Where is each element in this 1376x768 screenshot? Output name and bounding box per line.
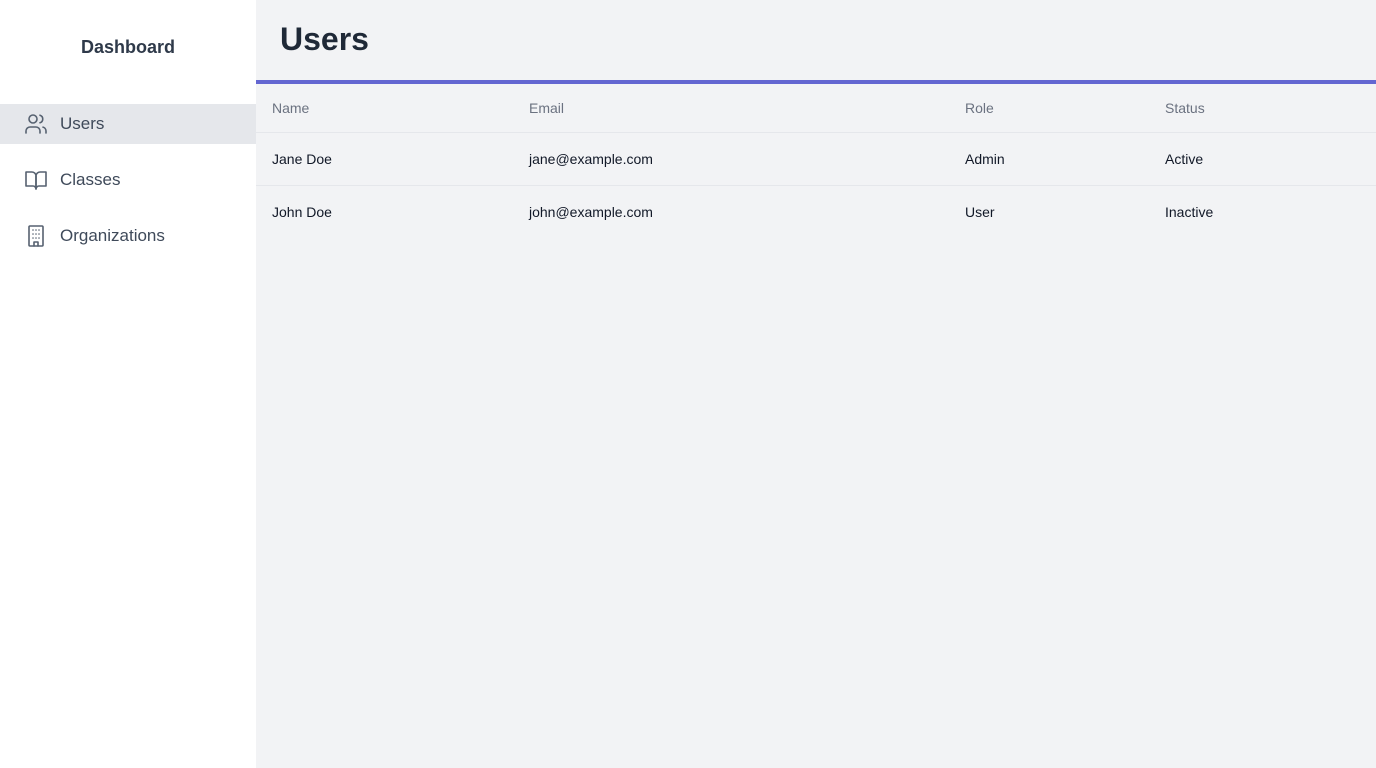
sidebar-nav: Users Classes Organizations — [0, 104, 256, 256]
cell-name: Jane Doe — [256, 132, 513, 186]
app-root: Dashboard Users Classes Organizations Us… — [0, 0, 1376, 768]
cell-status: Inactive — [1165, 204, 1214, 220]
page-title: Users — [280, 20, 369, 57]
page-header: Users — [256, 0, 1376, 84]
building-icon — [24, 224, 48, 248]
table-header-row: Name Email Role Status — [256, 84, 1376, 133]
column-header-status[interactable]: Status — [1149, 84, 1376, 133]
sidebar-item-organizations[interactable]: Organizations — [0, 216, 256, 256]
cell-name: John Doe — [272, 204, 332, 220]
users-icon — [24, 112, 48, 136]
sidebar-item-label: Users — [60, 114, 105, 133]
column-header-role[interactable]: Role — [949, 84, 1149, 133]
cell-email: john@example.com — [529, 204, 653, 220]
sidebar-item-classes[interactable]: Classes — [0, 160, 256, 200]
main-content: Users Name Email Role Status Jane Doe ja… — [256, 0, 1376, 768]
cell-role: User — [965, 204, 995, 220]
table-row[interactable]: John Doe john@example.com User Inactive — [256, 186, 1376, 239]
cell-status: Active — [1149, 132, 1376, 186]
sidebar-item-label: Organizations — [60, 226, 165, 245]
column-header-name[interactable]: Name — [256, 84, 513, 133]
column-header-email[interactable]: Email — [513, 84, 949, 133]
brand-title: Dashboard — [80, 36, 176, 57]
sidebar-item-label: Classes — [60, 170, 121, 189]
table-row[interactable]: Jane Doe jane@example.com Admin Active — [256, 132, 1376, 186]
users-table: Name Email Role Status Jane Doe jane@exa… — [256, 84, 1376, 238]
cell-email: jane@example.com — [513, 132, 949, 186]
sidebar: Dashboard Users Classes Organizations — [0, 0, 256, 768]
book-open-icon — [24, 168, 48, 192]
sidebar-item-users[interactable]: Users — [0, 104, 256, 144]
cell-role: Admin — [949, 132, 1149, 186]
